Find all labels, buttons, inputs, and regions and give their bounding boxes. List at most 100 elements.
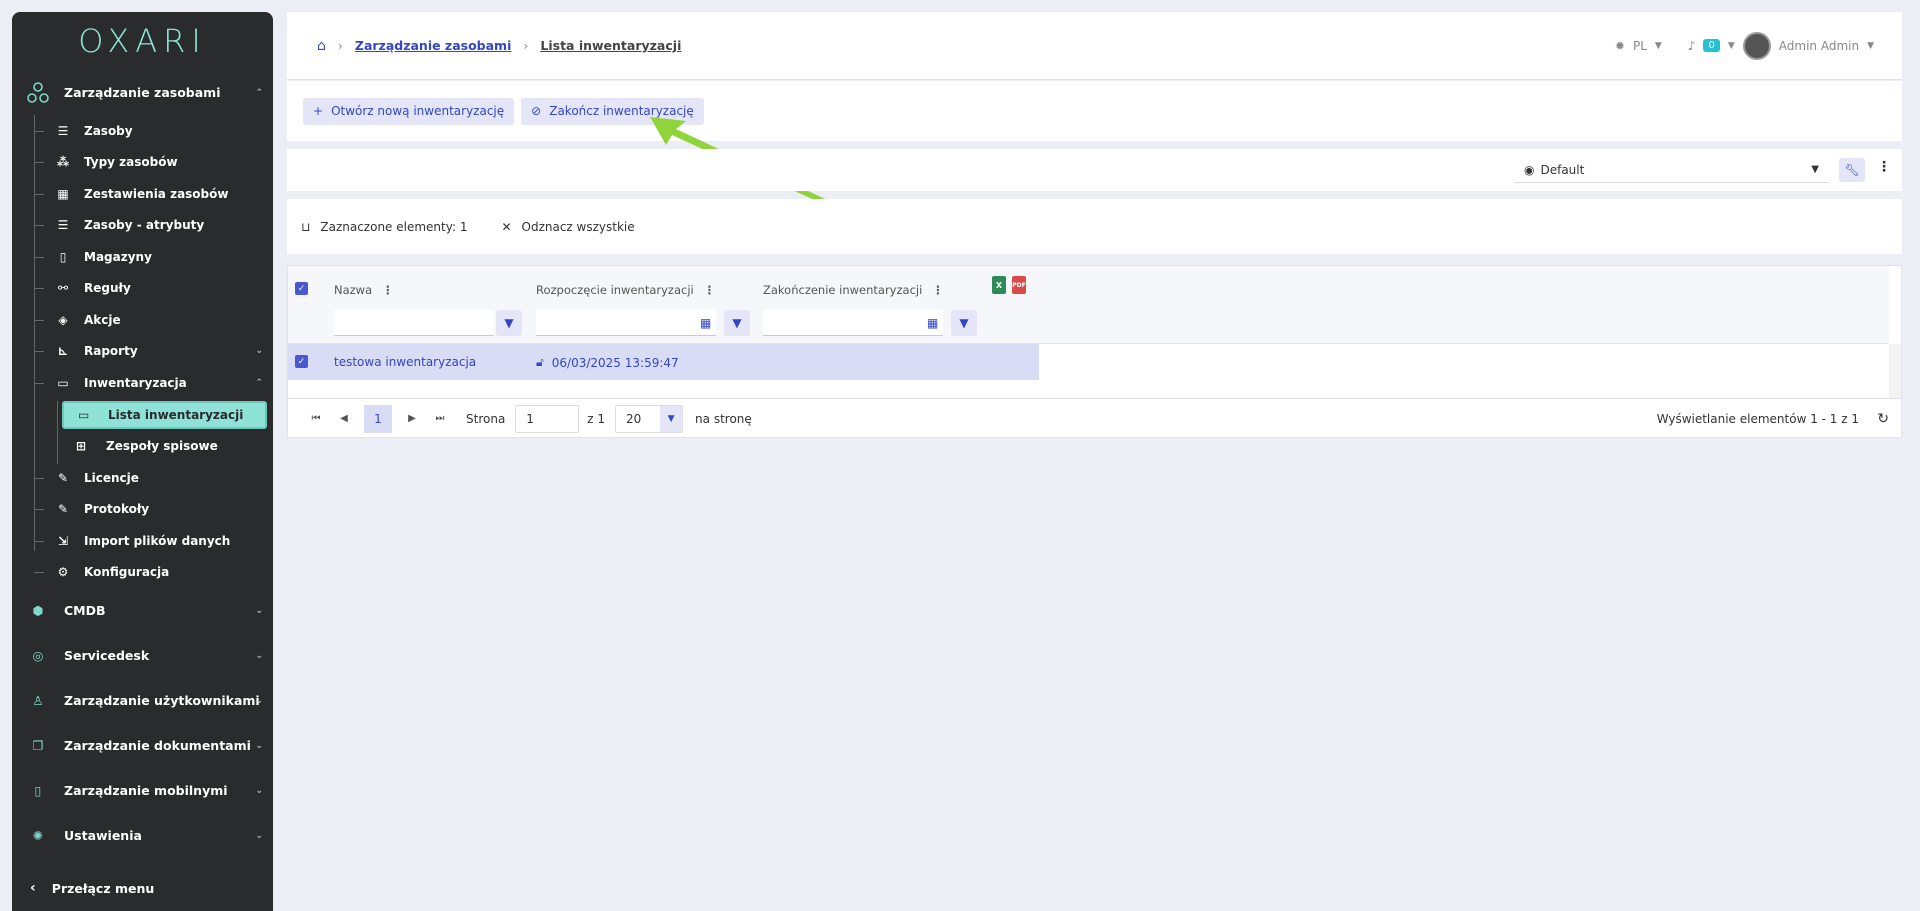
more-options-icon[interactable]: ⋮ bbox=[1877, 159, 1891, 175]
breadcrumb-separator: › bbox=[337, 38, 343, 53]
page-input[interactable]: 1 bbox=[515, 404, 580, 433]
toggle-menu-button[interactable]: ‹ Przełącz menu bbox=[12, 865, 273, 911]
calendar-icon[interactable]: ▦ bbox=[700, 316, 711, 330]
chevron-down-icon: ⌄ bbox=[255, 605, 263, 616]
sidebar-section-cmdb[interactable]: ⬢ CMDB ⌄ bbox=[12, 588, 273, 633]
inventory-submenu: ▭ Lista inwentaryzacji ⊞ Zespoły spisowe bbox=[12, 400, 273, 464]
sidebar-item-import[interactable]: ⇲ Import plików danych bbox=[12, 525, 273, 557]
table-row[interactable]: ✓ testowa inwentaryzacja 🔓︎ 06/03/2025 1… bbox=[288, 344, 1039, 380]
avatar[interactable] bbox=[1742, 31, 1771, 60]
current-page-button[interactable]: 1 bbox=[364, 404, 392, 433]
grid-header: ✓ Nazwa ⋮ Rozpoczęcie inwentaryzacji ⋮ Z… bbox=[288, 266, 1889, 344]
sidebar-item-protokoly[interactable]: ✎ Protokoły bbox=[12, 494, 273, 526]
sidebar-item-lista-inwentaryzacji[interactable]: ▭ Lista inwentaryzacji bbox=[62, 400, 267, 429]
export-pdf-icon[interactable]: PDF bbox=[1012, 276, 1026, 294]
first-page-icon[interactable]: ⏮ bbox=[302, 413, 330, 424]
eye-icon: ◉ bbox=[1524, 162, 1535, 177]
chevron-down-icon: ⌄ bbox=[255, 740, 263, 751]
sidebar-section-asset-management[interactable]: Zarządzanie zasobami ⌃ bbox=[12, 70, 273, 115]
diamond-icon: ◈ bbox=[58, 312, 68, 327]
sidebar-item-raporty[interactable]: ⊾ Raporty ⌄ bbox=[12, 336, 273, 368]
last-page-icon[interactable]: ⏭ bbox=[426, 413, 454, 424]
bell-icon[interactable]: ♪ bbox=[1688, 39, 1696, 53]
selected-count: Zaznaczone elementy: 1 bbox=[320, 219, 468, 234]
chevron-down-icon[interactable]: ▼ bbox=[1867, 41, 1874, 51]
protocol-icon: ✎ bbox=[57, 502, 69, 517]
vertical-scrollbar[interactable] bbox=[1889, 344, 1901, 398]
chart-icon: ⊾ bbox=[57, 344, 69, 359]
view-select[interactable]: ◉ Default ▼ bbox=[1514, 157, 1829, 183]
page-of: z 1 bbox=[587, 411, 606, 426]
inventory-grid: ✓ Nazwa ⋮ Rozpoczęcie inwentaryzacji ⋮ Z… bbox=[287, 265, 1902, 438]
home-icon[interactable]: ⌂ bbox=[317, 38, 326, 54]
sidebar-item-licencje[interactable]: ✎ Licencje bbox=[12, 462, 273, 494]
chevron-left-icon: ‹ bbox=[30, 880, 36, 896]
chevron-down-icon: ⌄ bbox=[255, 346, 263, 357]
filter-icon: ▼ bbox=[959, 316, 969, 330]
end-filter-input[interactable] bbox=[763, 310, 943, 336]
sidebar-item-atrybuty[interactable]: ☰ Zasoby - atrybuty bbox=[12, 210, 273, 242]
breadcrumb: ⌂ › Zarządzanie zasobami › Lista inwenta… bbox=[317, 38, 681, 54]
filter-button[interactable]: ▼ bbox=[951, 310, 977, 336]
page-size-select[interactable]: 20 ▼ bbox=[615, 404, 684, 433]
sidebar-item-inwentaryzacja[interactable]: ▭ Inwentaryzacja ⌃ bbox=[12, 367, 273, 399]
column-header-end[interactable]: Zakończenie inwentaryzacji ⋮ bbox=[763, 283, 944, 297]
notification-badge[interactable]: 0 bbox=[1703, 39, 1720, 52]
sidebar-section-settings[interactable]: ✺ Ustawienia ⌄ bbox=[12, 813, 273, 858]
prev-page-icon[interactable]: ◀ bbox=[330, 413, 358, 424]
name-filter-input[interactable] bbox=[334, 310, 494, 336]
action-bar: + Otwórz nową inwentaryzację ⊘ Zakończ i… bbox=[287, 81, 1902, 141]
column-menu-icon[interactable]: ⋮ bbox=[382, 283, 394, 297]
sidebar-section-mobile[interactable]: ▯ Zarządzanie mobilnymi ⌄ bbox=[12, 768, 273, 813]
caret-down-icon: ▼ bbox=[1811, 164, 1819, 175]
open-new-inventory-button[interactable]: + Otwórz nową inwentaryzację bbox=[303, 97, 515, 125]
filter-button[interactable]: ▼ bbox=[496, 310, 522, 336]
list-icon: ☰ bbox=[57, 218, 69, 233]
wrench-button[interactable]: 🔧︎ bbox=[1839, 158, 1865, 182]
filter-button[interactable]: ▼ bbox=[724, 310, 750, 336]
calendar-icon[interactable]: ▦ bbox=[927, 316, 938, 330]
row-checkbox[interactable]: ✓ bbox=[295, 355, 308, 368]
sidebar-item-typy-zasobow[interactable]: ⁂ Typy zasobów bbox=[12, 147, 273, 179]
row-name-link[interactable]: testowa inwentaryzacja bbox=[334, 355, 476, 369]
row-start-date: 🔓︎ 06/03/2025 13:59:47 bbox=[536, 355, 679, 370]
top-header: ⌂ › Zarządzanie zasobami › Lista inwenta… bbox=[287, 12, 1902, 80]
breadcrumb-current: Lista inwentaryzacji bbox=[540, 38, 682, 53]
deselect-all-button[interactable]: Odznacz wszystkie bbox=[522, 220, 635, 234]
chevron-down-icon[interactable]: ▼ bbox=[1655, 41, 1662, 51]
column-menu-icon[interactable]: ⋮ bbox=[704, 283, 716, 297]
sidebar-item-zestawienia[interactable]: ▦ Zestawienia zasobów bbox=[12, 178, 273, 210]
sidebar-item-zasoby[interactable]: ☰ Zasoby bbox=[12, 115, 273, 147]
basket-icon: ⊔ bbox=[301, 219, 311, 234]
breadcrumb-link-asset-management[interactable]: Zarządzanie zasobami bbox=[355, 38, 511, 53]
export-excel-icon[interactable]: X bbox=[992, 276, 1006, 294]
sidebar-section-users[interactable]: ♙ Zarządzanie użytkownikami ⌄ bbox=[12, 678, 273, 723]
list-icon: ☰ bbox=[57, 123, 69, 138]
close-icon[interactable]: ✕ bbox=[501, 220, 511, 234]
sidebar-item-konfiguracja[interactable]: ⚙ Konfiguracja bbox=[12, 557, 273, 589]
column-header-start[interactable]: Rozpoczęcie inwentaryzacji ⋮ bbox=[536, 283, 715, 297]
chevron-down-icon[interactable]: ▼ bbox=[1728, 41, 1735, 51]
team-icon: ⊞ bbox=[76, 439, 87, 454]
sidebar-item-akcje[interactable]: ◈ Akcje bbox=[12, 304, 273, 336]
language-select[interactable]: PL bbox=[1633, 39, 1647, 53]
mobile-icon: ▯ bbox=[34, 783, 42, 798]
sidebar-submenu: ☰ Zasoby ⁂ Typy zasobów ▦ Zestawienia zasob… bbox=[12, 115, 273, 588]
sidebar-item-zespoly-spisowe[interactable]: ⊞ Zespoły spisowe bbox=[12, 431, 273, 463]
column-header-name[interactable]: Nazwa ⋮ bbox=[334, 283, 394, 297]
chevron-up-icon: ⌃ bbox=[255, 377, 263, 388]
sidebar-item-magazyny[interactable]: ▯ Magazyny bbox=[12, 241, 273, 273]
sidebar-section-servicedesk[interactable]: ◎ Servicedesk ⌄ bbox=[12, 633, 273, 678]
start-filter-input[interactable] bbox=[536, 310, 716, 336]
next-page-icon[interactable]: ▶ bbox=[398, 413, 426, 424]
column-menu-icon[interactable]: ⋮ bbox=[932, 283, 944, 297]
users-icon: ♙ bbox=[32, 693, 44, 708]
logo: OXARI bbox=[78, 22, 207, 60]
import-icon: ⇲ bbox=[57, 533, 69, 548]
sidebar-item-reguly[interactable]: ⚯ Reguły bbox=[12, 273, 273, 305]
refresh-icon[interactable]: ↻ bbox=[1877, 411, 1889, 427]
filter-icon: ▼ bbox=[732, 316, 742, 330]
select-all-checkbox[interactable]: ✓ bbox=[295, 282, 308, 295]
user-name[interactable]: Admin Admin bbox=[1779, 39, 1859, 53]
sidebar-section-documents[interactable]: ❐ Zarządzanie dokumentami ⌄ bbox=[12, 723, 273, 768]
